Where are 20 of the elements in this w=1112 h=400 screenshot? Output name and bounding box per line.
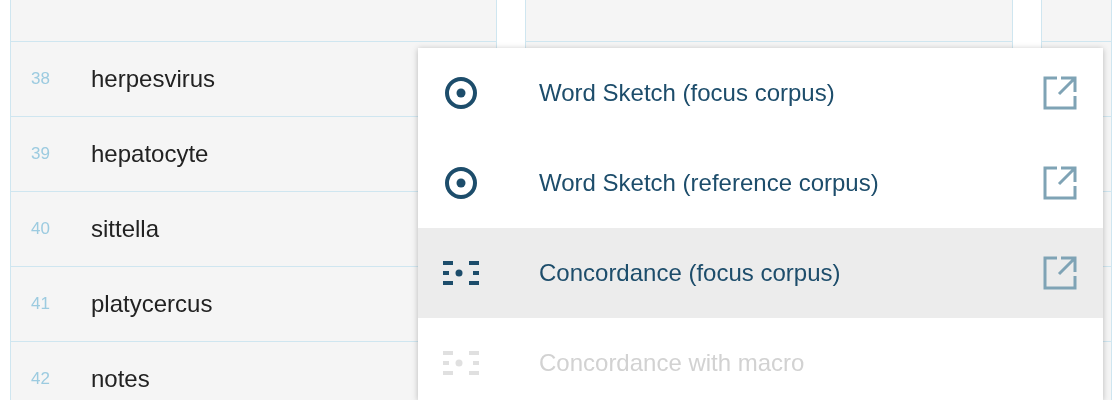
- word-label[interactable]: herpesvirus: [91, 65, 216, 93]
- row-number: 38: [31, 69, 51, 89]
- dash-dot-icon: [441, 258, 481, 288]
- row-number: 41: [31, 294, 51, 314]
- external-link-icon[interactable]: [1042, 165, 1078, 201]
- word-label[interactable]: sittella: [91, 215, 160, 243]
- external-link-icon[interactable]: [1042, 75, 1078, 111]
- word-label[interactable]: notes: [91, 365, 150, 393]
- row-number: 40: [31, 219, 51, 239]
- word-label[interactable]: platycercus: [91, 290, 213, 318]
- external-link-icon[interactable]: [1042, 255, 1078, 291]
- row-number: 39: [31, 144, 51, 164]
- word-label[interactable]: hepatocyte: [91, 140, 209, 168]
- menu-item[interactable]: Word Sketch (focus corpus): [418, 48, 1103, 138]
- menu-item[interactable]: Word Sketch (reference corpus): [418, 138, 1103, 228]
- target-icon: [444, 76, 478, 110]
- row-number: 42: [31, 369, 51, 389]
- menu-item[interactable]: Concordance (focus corpus): [418, 228, 1103, 318]
- dash-dot-icon: [441, 348, 481, 378]
- target-icon: [444, 166, 478, 200]
